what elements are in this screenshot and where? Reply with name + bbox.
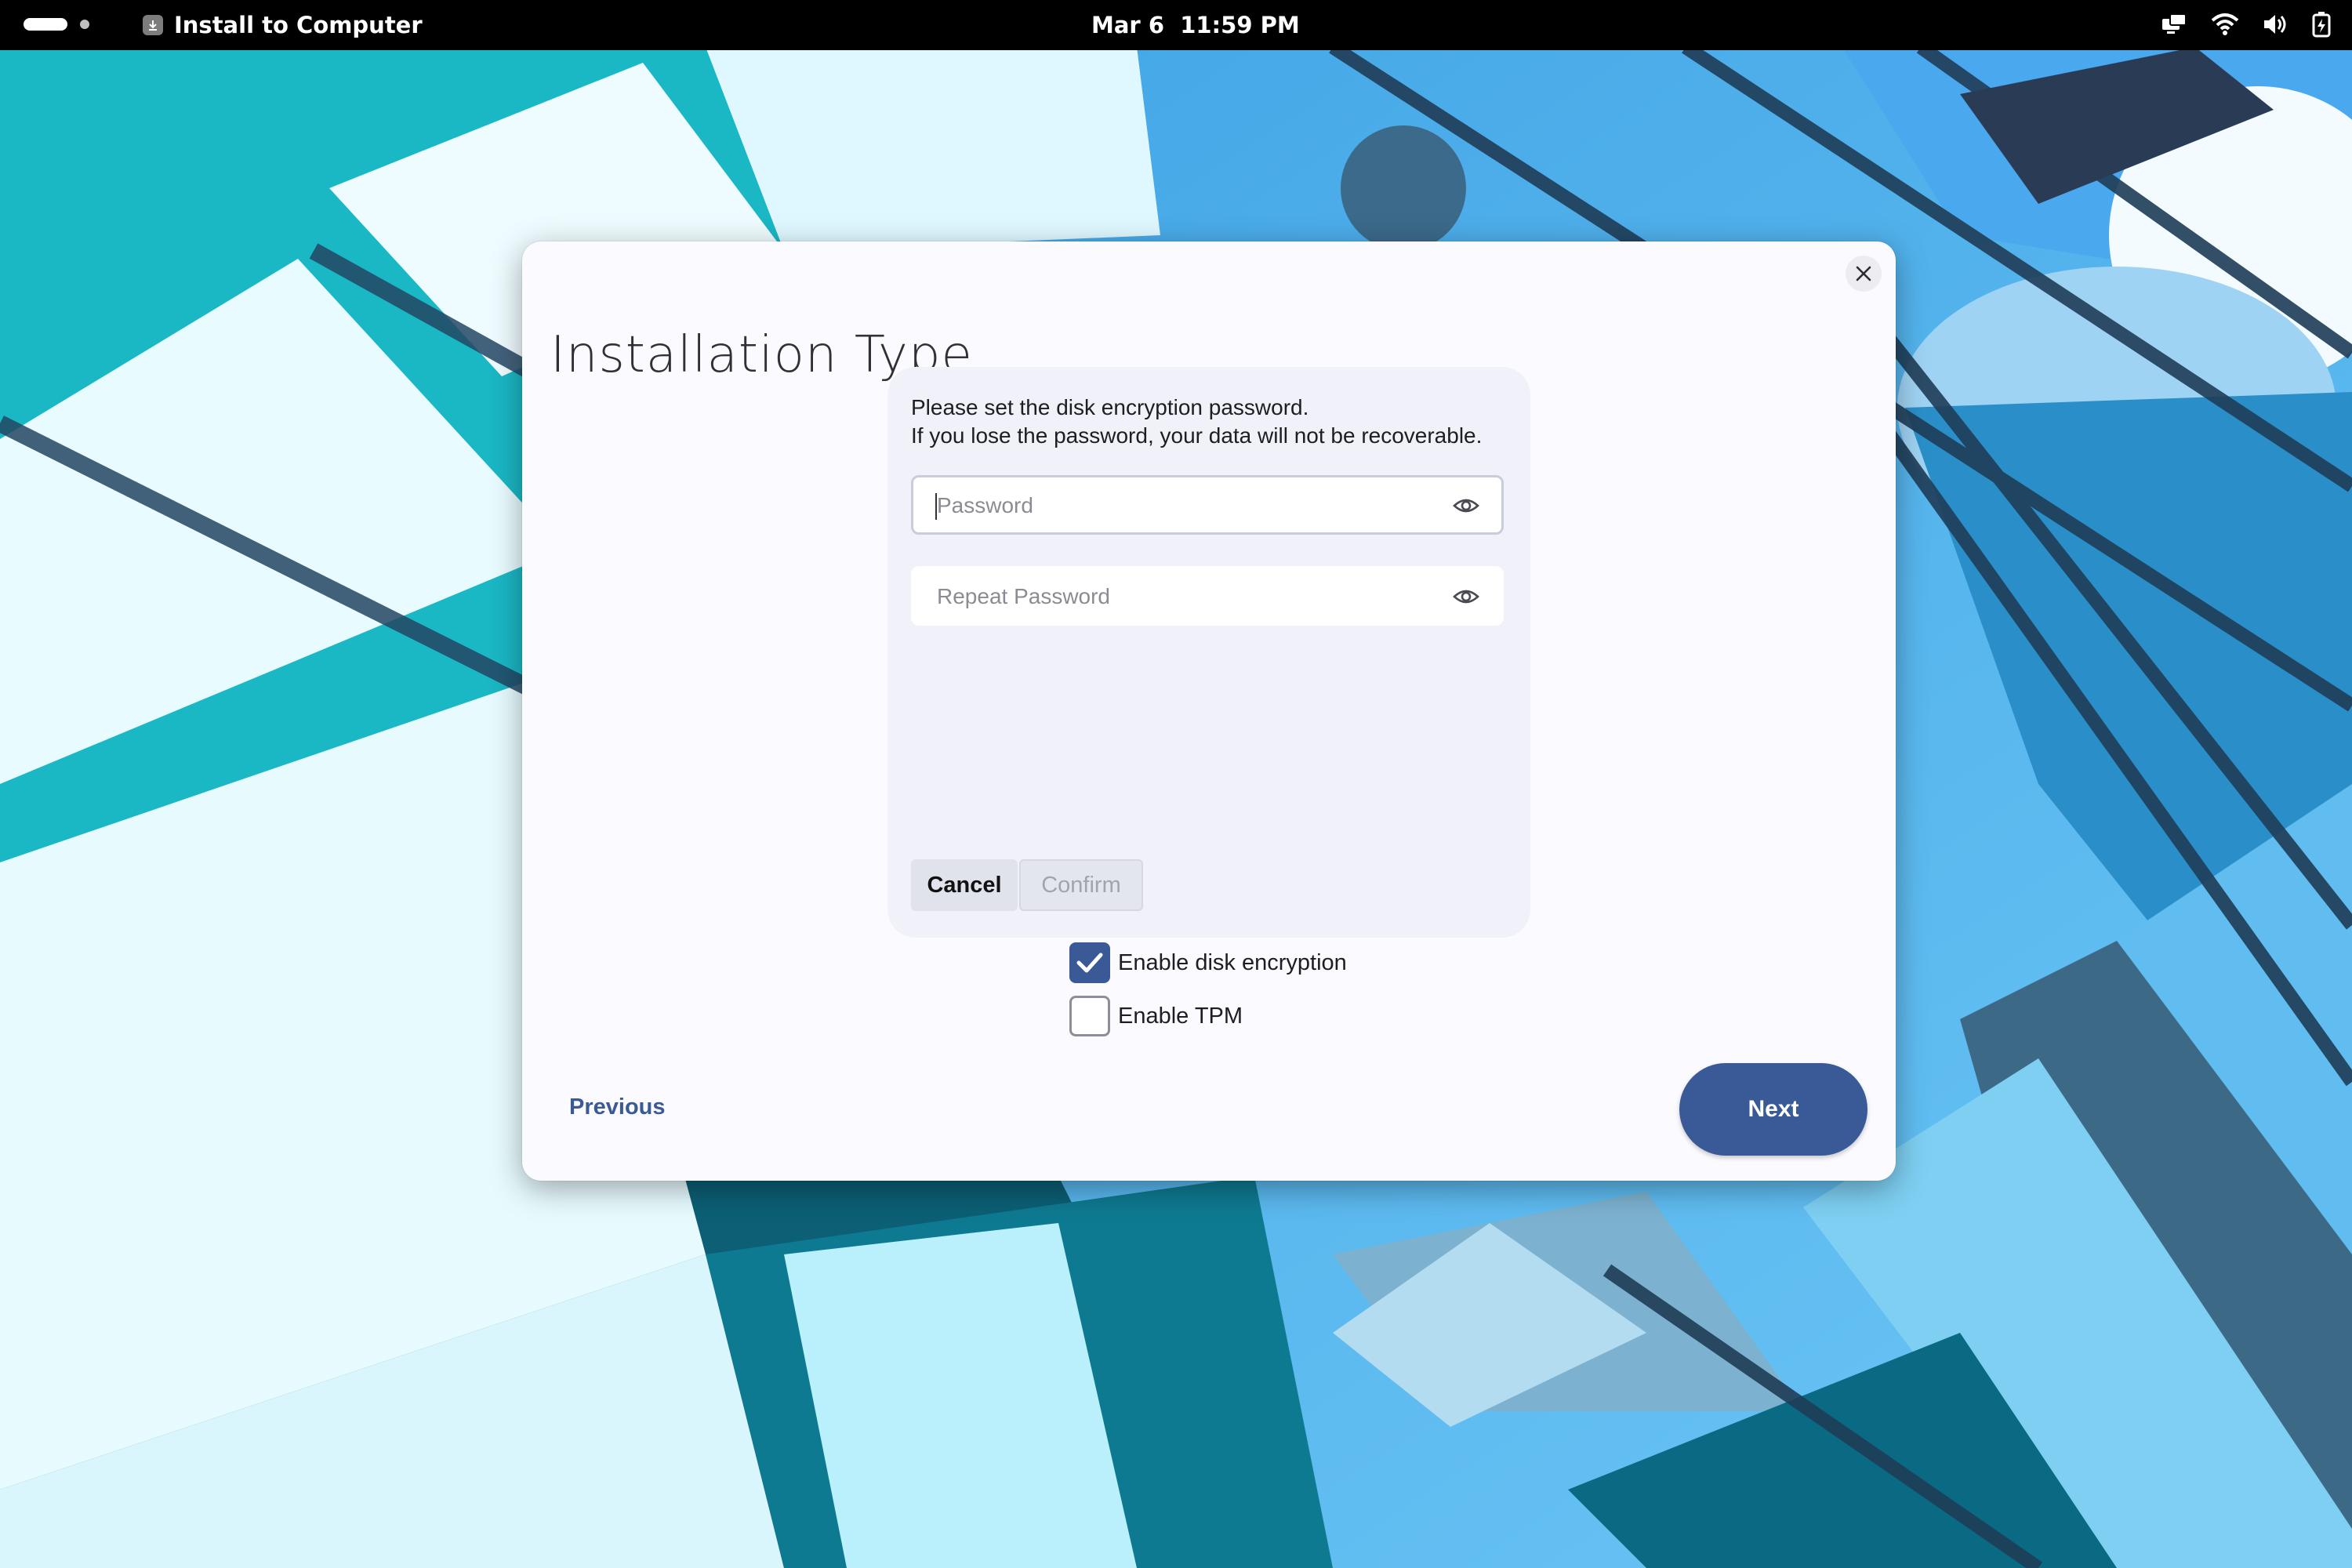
clock[interactable]: Mar 6 11:59 PM [1091, 11, 1300, 39]
wifi-icon [2211, 13, 2239, 36]
text-cursor [935, 493, 937, 520]
enable-disk-encryption-option[interactable]: Enable disk encryption [1069, 942, 1347, 983]
encryption-message: Please set the disk encryption password.… [911, 394, 1482, 450]
app-title: Install to Computer [174, 12, 423, 38]
enable-tpm-option[interactable]: Enable TPM [1069, 996, 1243, 1036]
activities-button[interactable] [24, 18, 89, 31]
top-bar: Install to Computer Mar 6 11:59 PM [0, 0, 2352, 50]
repeat-password-field[interactable] [911, 566, 1504, 626]
cancel-button[interactable]: Cancel [911, 859, 1018, 911]
encryption-message-line2: If you lose the password, your data will… [911, 423, 1483, 448]
show-repeat-password-icon[interactable] [1453, 586, 1479, 611]
installer-app-icon [143, 15, 163, 35]
encryption-message-line1: Please set the disk encryption password. [911, 395, 1309, 419]
close-button[interactable] [1846, 256, 1882, 292]
workspace-indicator-active [24, 18, 67, 31]
disk-encryption-checkbox[interactable] [1069, 942, 1110, 983]
show-password-icon[interactable] [1453, 495, 1479, 520]
tpm-label: Enable TPM [1118, 1003, 1243, 1029]
volume-icon [2263, 13, 2288, 36]
next-button[interactable]: Next [1679, 1063, 1867, 1156]
encryption-button-row: Cancel Confirm [911, 859, 1143, 911]
checkmark-icon [1076, 953, 1103, 973]
tpm-checkbox[interactable] [1069, 996, 1110, 1036]
disk-encryption-label: Enable disk encryption [1118, 949, 1347, 975]
encryption-password-dialog: Please set the disk encryption password.… [887, 367, 1530, 938]
previous-button[interactable]: Previous [569, 1094, 666, 1120]
confirm-button[interactable]: Confirm [1019, 859, 1143, 911]
password-input[interactable] [935, 477, 1440, 534]
close-icon [1856, 266, 1871, 281]
system-tray[interactable] [2161, 11, 2332, 38]
installer-dialog: Installation Type Please set the disk en… [522, 241, 1896, 1181]
screen-share-icon [2161, 13, 2187, 36]
battery-icon [2311, 11, 2332, 38]
repeat-password-input[interactable] [935, 568, 1440, 625]
app-menu[interactable]: Install to Computer [143, 11, 423, 39]
password-field[interactable] [911, 475, 1504, 535]
workspace-indicator-dot [80, 20, 89, 29]
